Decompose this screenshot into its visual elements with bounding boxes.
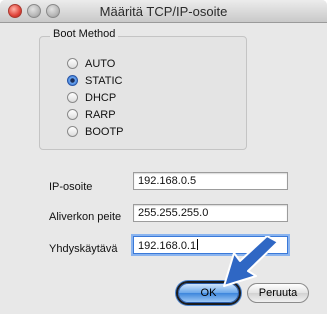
subnet-mask-value: 255.255.255.0 xyxy=(138,207,209,219)
radio-bootp-label: BOOTP xyxy=(85,126,124,138)
subnet-mask-field[interactable]: 255.255.255.0 xyxy=(133,204,288,222)
subnet-mask-label: Aliverkon peite xyxy=(49,211,122,223)
window-title: Määritä TCP/IP-osoite xyxy=(99,4,228,19)
radio-button-icon[interactable] xyxy=(67,109,78,120)
radio-auto-label: AUTO xyxy=(85,58,116,70)
radio-rarp-label: RARP xyxy=(85,109,116,121)
title-bar: Määritä TCP/IP-osoite xyxy=(0,0,327,23)
pointer-arrow-icon xyxy=(223,236,279,287)
dialog-window: Määritä TCP/IP-osoite Boot Method AUTO S… xyxy=(0,0,327,314)
gateway-label: Yhdyskäytävä xyxy=(49,243,118,255)
boot-method-label: Boot Method xyxy=(50,28,119,40)
radio-button-icon[interactable] xyxy=(67,126,78,137)
gateway-value: 192.168.0.1 xyxy=(138,240,197,252)
radio-button-icon[interactable] xyxy=(67,58,78,69)
ip-address-value: 192.168.0.5 xyxy=(138,175,197,187)
radio-button-selected-icon[interactable] xyxy=(67,75,78,86)
radio-static-label: STATIC xyxy=(85,75,123,87)
ip-address-label: IP-osoite xyxy=(49,181,93,193)
radio-button-icon[interactable] xyxy=(67,92,78,103)
text-cursor xyxy=(197,239,199,250)
ip-address-field[interactable]: 192.168.0.5 xyxy=(133,172,288,190)
radio-dhcp-label: DHCP xyxy=(85,92,117,104)
